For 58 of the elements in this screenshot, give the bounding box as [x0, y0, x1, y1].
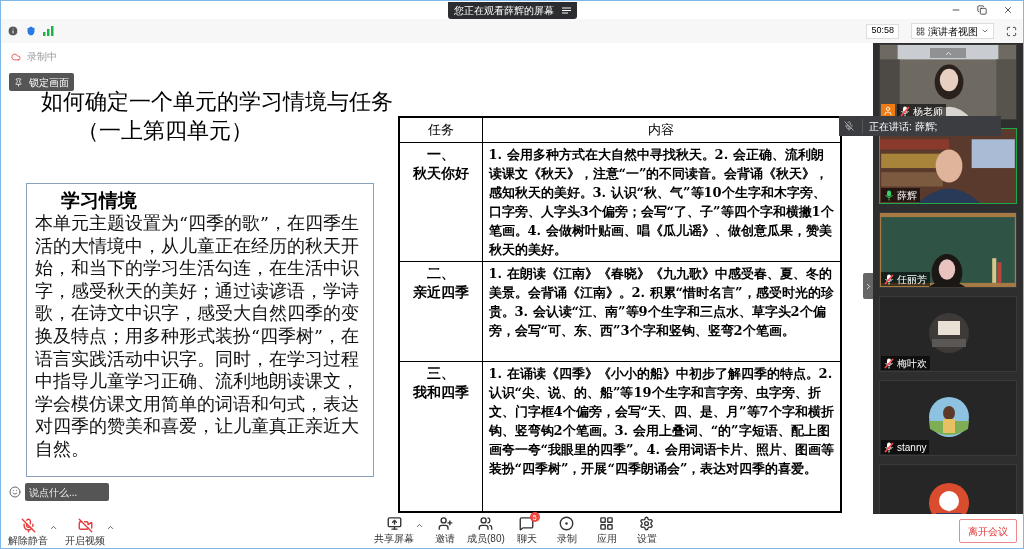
signal-icon — [43, 26, 54, 36]
info-icon[interactable] — [7, 25, 19, 37]
settings-icon — [639, 516, 655, 531]
fullscreen-icon[interactable] — [1006, 25, 1017, 37]
mic-off-icon — [844, 121, 854, 131]
shield-icon[interactable] — [25, 25, 37, 37]
task-cell: 一、 秋天你好 — [399, 142, 482, 261]
emoji-icon[interactable] — [9, 486, 21, 498]
cloud-icon — [11, 51, 21, 62]
video-off-icon — [77, 517, 93, 533]
participant-tile[interactable]: 杨老师 — [879, 44, 1017, 120]
leave-meeting-button[interactable]: 离开会议 — [959, 519, 1017, 543]
view-button[interactable]: 演讲者视图 — [911, 23, 994, 39]
menu-icon[interactable] — [561, 6, 571, 14]
slide-title: （一上第四单元） — [76, 117, 254, 145]
toolbar-button[interactable]: 解除静音 — [7, 516, 49, 546]
apps-icon — [599, 516, 615, 531]
slide-title: 如何确定一个单元的学习情境与任务 — [41, 88, 393, 116]
record-icon — [559, 516, 575, 531]
chat-icon — [519, 516, 535, 531]
participant-tile[interactable] — [879, 464, 1017, 514]
chat-input[interactable]: 说点什么... — [25, 483, 109, 501]
name-tag: 梅叶欢 — [881, 356, 930, 370]
caret-icon[interactable] — [415, 521, 424, 530]
caret-icon — [981, 27, 989, 35]
toolbar-button[interactable]: 设置 — [627, 515, 666, 544]
context-paragraph: 本单元主题设置为“四季的歌”，在四季生活的大情境中，从儿童正在经历的秋天开始，和当下的学习生活勾连，在生活中识字，感受秋天的美好；通过读谚语，学诗歌，在诗文中识字，感受大自然四季的变换及特点；用多种形式装扮“四季树”，在语言实践活动中识字。同时，在学习过程中指导儿童学习正确、流利地朗读课文，学会模仿课文用简单的词语和句式，表达对四季的赞美和喜爱，让儿童真正亲近大自然。 — [35, 212, 360, 461]
toolbar-button[interactable]: 录制 — [547, 515, 586, 544]
users-icon — [478, 516, 494, 531]
toolbar-button[interactable]: 成员(80) — [466, 515, 506, 544]
name-tag: 任丽芳 — [881, 272, 930, 286]
task-cell: 二、 亲近四季 — [399, 261, 482, 361]
layout-icon — [916, 26, 925, 36]
participant-tile[interactable]: 任丽芳 — [879, 212, 1017, 288]
column-header: 任务 — [399, 117, 482, 142]
context-heading: 学习情境 — [60, 188, 138, 212]
toolbar-button[interactable]: 共享屏幕 — [373, 515, 415, 544]
name-tag: 薛辉 — [881, 188, 920, 202]
participant-tile[interactable]: stanny — [879, 380, 1017, 456]
add-user-icon — [437, 516, 453, 531]
name-tag: stanny — [881, 440, 930, 454]
toolbar-button[interactable]: 邀请 — [426, 515, 464, 544]
panel-toggle[interactable] — [863, 273, 873, 299]
lock-screen-button[interactable]: 锁定画面 — [9, 73, 74, 91]
name-tag: 杨老师 — [897, 104, 946, 118]
banner-text: 您正在观看薛辉的屏幕 — [453, 3, 554, 18]
toolbar-button[interactable]: 应用 — [587, 515, 626, 544]
pin-icon — [14, 77, 23, 87]
speaking-banner: 正在讲话: 薛辉; — [839, 116, 1001, 136]
toolbar-button[interactable]: 开启视频 — [64, 516, 106, 546]
meeting-timer: 50:58 — [866, 23, 899, 39]
mic-off-icon — [20, 517, 36, 533]
recording-status: 录制中 — [27, 50, 57, 64]
restore-icon[interactable] — [977, 5, 987, 15]
participant-tile[interactable]: 梅叶欢 — [879, 296, 1017, 372]
close-icon[interactable] — [1003, 5, 1013, 15]
share-banner[interactable]: 您正在观看薛辉的屏幕 — [447, 1, 577, 19]
screen-share-icon — [386, 516, 402, 531]
